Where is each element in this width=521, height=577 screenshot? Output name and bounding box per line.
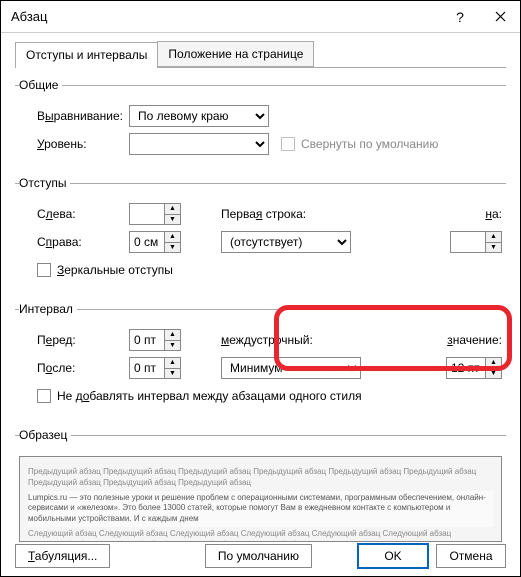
label-after: После: (19, 361, 129, 375)
legend-interval: Интервал (19, 302, 77, 316)
legend-sample: Образец (19, 428, 71, 442)
label-firstline: Первая строка: (221, 207, 329, 221)
spinner-left[interactable]: ▲▼ (129, 203, 181, 225)
label-collapsed: Свернуты по умолчанию (301, 137, 438, 151)
label-right: Справа: (19, 235, 129, 249)
label-mirror: Зеркальные отступы (57, 263, 173, 277)
cancel-button[interactable]: Отмена (436, 544, 506, 568)
spinner-before[interactable]: ▲▼ (129, 329, 181, 351)
up-icon[interactable]: ▲ (165, 330, 180, 341)
legend-general: Общие (19, 78, 62, 92)
tab-indents[interactable]: Отступы и интервалы (15, 42, 158, 68)
tabs-button[interactable]: Табуляция... (15, 544, 110, 568)
window-title: Абзац (11, 9, 440, 24)
close-button[interactable] (480, 1, 520, 33)
up-icon[interactable]: ▲ (486, 232, 501, 243)
down-icon[interactable]: ▼ (165, 243, 180, 253)
ok-button[interactable]: OK (358, 544, 428, 568)
down-icon[interactable]: ▼ (486, 369, 501, 379)
label-linespacing: междустрочный: (221, 333, 329, 347)
select-linespacing[interactable]: Минимум (221, 357, 361, 379)
label-alignment: Выравнивание: (19, 109, 129, 123)
close-icon (495, 11, 506, 22)
preview-box: Предыдущий абзац Предыдущий абзац Предыд… (19, 456, 502, 542)
default-button[interactable]: По умолчанию (205, 544, 312, 568)
tab-position[interactable]: Положение на странице (157, 41, 314, 67)
down-icon[interactable]: ▼ (165, 341, 180, 351)
label-noadd: Не добавлять интервал между абзацами одн… (57, 389, 362, 403)
down-icon[interactable]: ▼ (165, 215, 180, 225)
checkbox-mirror[interactable] (37, 263, 51, 277)
down-icon[interactable]: ▼ (165, 369, 180, 379)
group-general: Общие Выравнивание: По левому краю Урове… (15, 78, 506, 166)
select-level[interactable] (129, 133, 269, 155)
group-indents: Отступы Слева: ▲▼ Первая строка: на: Спр… (15, 176, 506, 292)
checkbox-noadd[interactable] (37, 389, 51, 403)
up-icon[interactable]: ▲ (486, 358, 501, 369)
preview-main: Lumpics.ru — это полезные уроки и решени… (28, 491, 493, 527)
spinner-value[interactable]: ▲▼ (446, 357, 502, 379)
spinner-on[interactable]: ▲▼ (450, 231, 502, 253)
legend-indents: Отступы (19, 176, 70, 190)
spinner-right[interactable]: ▲▼ (129, 231, 181, 253)
up-icon[interactable]: ▲ (165, 358, 180, 369)
label-level: Уровень: (19, 137, 129, 151)
titlebar: Абзац ? (1, 1, 520, 33)
label-left: Слева: (19, 207, 129, 221)
group-interval: Интервал Перед: ▲▼ междустрочный: значен… (15, 302, 506, 418)
up-icon[interactable]: ▲ (165, 232, 180, 243)
label-value: значение: (447, 333, 502, 347)
checkbox-collapsed (281, 137, 295, 151)
tabs: Отступы и интервалы Положение на страниц… (15, 41, 506, 68)
label-before: Перед: (19, 333, 129, 347)
preview-next: Следующий абзац Следующий абзац Следующи… (28, 529, 493, 542)
help-button[interactable]: ? (440, 1, 480, 33)
footer: Табуляция... По умолчанию OK Отмена (1, 544, 520, 568)
up-icon[interactable]: ▲ (165, 204, 180, 215)
down-icon[interactable]: ▼ (486, 243, 501, 253)
select-alignment[interactable]: По левому краю (129, 105, 269, 127)
spinner-after[interactable]: ▲▼ (129, 357, 181, 379)
preview-prev: Предыдущий абзац Предыдущий абзац Предыд… (28, 467, 493, 489)
group-sample: Образец Предыдущий абзац Предыдущий абза… (15, 428, 506, 548)
select-firstline[interactable]: (отсутствует) (221, 231, 351, 253)
label-on: на: (485, 207, 502, 221)
